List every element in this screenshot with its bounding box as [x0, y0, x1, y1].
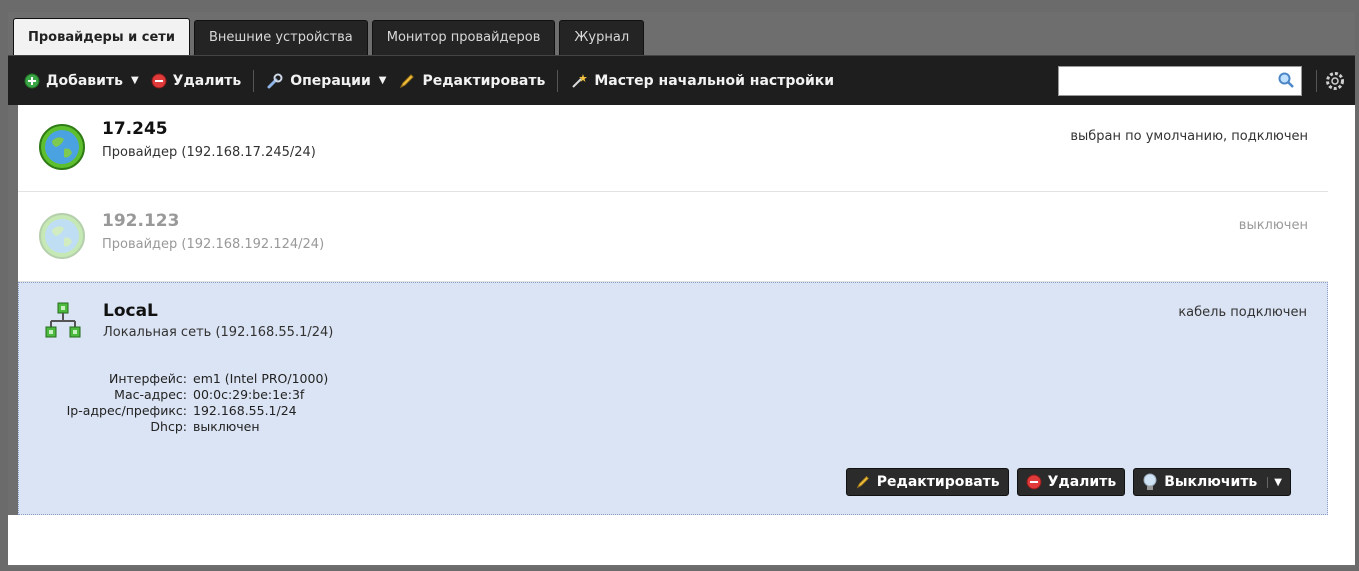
list-item[interactable]: 17.245 Провайдер (192.168.17.245/24) выб… [18, 105, 1328, 192]
search-input[interactable] [1059, 66, 1281, 95]
globe-icon [39, 124, 85, 170]
search-box [1058, 65, 1302, 96]
toolbar: Добавить ▼ Удалить Операции ▼ Редактиров… [8, 55, 1355, 105]
tab-external-devices[interactable]: Внешние устройства [193, 20, 368, 56]
item-edit-button[interactable]: Редактировать [845, 468, 1009, 496]
operations-button[interactable]: Операции ▼ [260, 72, 392, 90]
operations-button-label: Операции [290, 72, 371, 89]
item-edit-label: Редактировать [876, 474, 1000, 490]
detail-key: Mac-адрес: [114, 387, 187, 402]
minus-circle-icon [151, 73, 167, 88]
add-button[interactable]: Добавить ▼ [18, 73, 145, 89]
item-details: Интерфейс: em1 (Intel PRO/1000) Mac-адре… [19, 371, 329, 435]
right-gutter [1328, 105, 1355, 563]
detail-row-dhcp: Dhcp: выключен [19, 419, 328, 435]
edit-button[interactable]: Редактировать [392, 72, 551, 90]
item-status: выбран по умолчанию, подключен [1070, 129, 1308, 144]
settings-button[interactable] [1323, 69, 1347, 93]
setup-wizard-label: Мастер начальной настройки [594, 72, 835, 89]
detail-row-mac: Mac-адрес: 00:0c:29:be:1e:3f [19, 387, 328, 403]
chevron-down-icon: ▼ [130, 75, 139, 86]
item-disable-label: Выключить [1164, 474, 1258, 490]
item-title: LocaL [103, 301, 158, 321]
item-status: кабель подключен [1178, 305, 1307, 320]
delete-button[interactable]: Удалить [145, 73, 248, 89]
list-item-selected[interactable]: LocaL Локальная сеть (192.168.55.1/24) к… [18, 282, 1328, 515]
edit-button-label: Редактировать [422, 72, 546, 89]
pencil-icon [856, 476, 869, 489]
toolbar-divider [1316, 69, 1317, 92]
item-title: 192.123 [102, 211, 180, 231]
gear-icon [1326, 71, 1344, 90]
item-subtitle: Провайдер (192.168.17.245/24) [102, 145, 316, 160]
minus-circle-icon [1026, 474, 1042, 490]
chevron-down-icon: ▼ [378, 75, 387, 86]
magic-wand-icon [572, 73, 588, 88]
item-delete-button[interactable]: Удалить [1016, 468, 1126, 496]
setup-wizard-button[interactable]: Мастер начальной настройки [564, 72, 840, 90]
list-item[interactable]: 192.123 Провайдер (192.168.192.124/24) в… [18, 192, 1328, 282]
add-button-label: Добавить [46, 72, 123, 89]
tab-log[interactable]: Журнал [559, 20, 645, 56]
item-status: выключен [1238, 218, 1308, 233]
globe-icon [39, 213, 85, 259]
network-icon [45, 302, 81, 338]
detail-key: Интерфейс: [108, 371, 187, 386]
tab-provider-monitor[interactable]: Монитор провайдеров [371, 20, 556, 56]
detail-value: 192.168.55.1/24 [193, 403, 297, 418]
light-bulb-icon [1143, 473, 1157, 490]
item-delete-label: Удалить [1047, 474, 1117, 490]
detail-row-interface: Интерфейс: em1 (Intel PRO/1000) [19, 371, 328, 387]
item-actions: Редактировать Удалить Выключить ▼ [845, 468, 1291, 496]
detail-value: 00:0c:29:be:1e:3f [193, 387, 305, 402]
detail-value: em1 (Intel PRO/1000) [193, 371, 329, 386]
toolbar-divider [253, 69, 255, 92]
list-empty-space [8, 515, 1355, 565]
item-title: 17.245 [102, 119, 168, 139]
pencil-icon [400, 73, 415, 88]
item-subtitle: Локальная сеть (192.168.55.1/24) [103, 325, 334, 340]
chevron-down-icon[interactable]: ▼ [1267, 476, 1282, 488]
search-icon[interactable] [1277, 71, 1295, 89]
item-disable-button[interactable]: Выключить ▼ [1133, 468, 1291, 496]
tab-providers-networks[interactable]: Провайдеры и сети [13, 18, 190, 56]
toolbar-divider [557, 69, 559, 92]
wrench-icon [267, 73, 283, 88]
tab-bar: Провайдеры и сети Внешние устройства Мон… [13, 18, 645, 56]
item-subtitle: Провайдер (192.168.192.124/24) [102, 237, 325, 252]
detail-value: выключен [193, 419, 260, 434]
plus-circle-icon [24, 73, 40, 88]
detail-row-ip: Ip-адрес/префикс: 192.168.55.1/24 [19, 403, 328, 419]
detail-key: Ip-адрес/префикс: [66, 403, 187, 418]
detail-key: Dhcp: [150, 419, 187, 434]
delete-button-label: Удалить [172, 72, 242, 89]
